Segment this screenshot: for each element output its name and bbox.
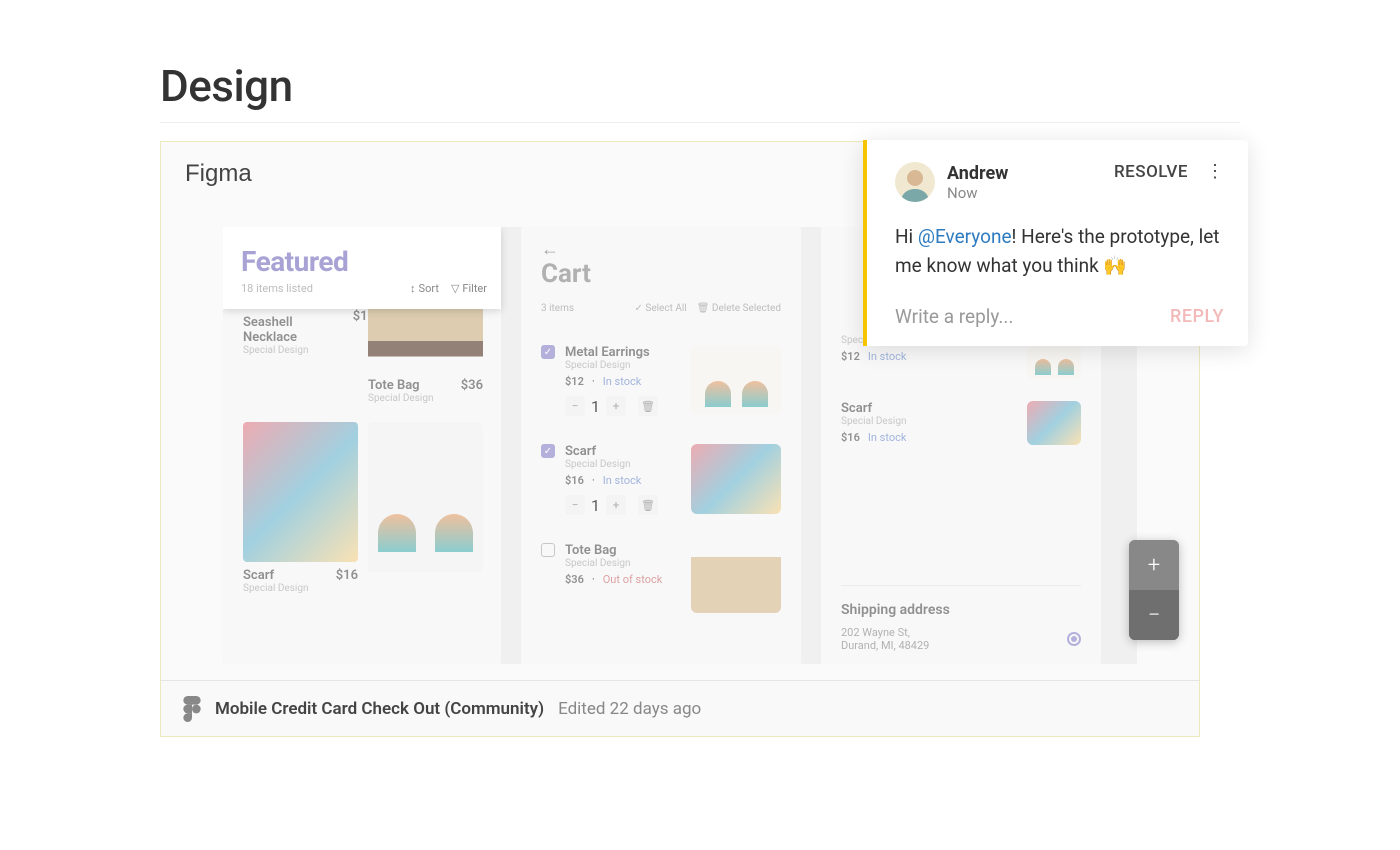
frame-cart: ← Cart 3 items ✓ Select All 🗑 Delete Sel…	[521, 227, 801, 664]
product-price: $36	[461, 378, 483, 393]
item-stock: In stock	[868, 431, 907, 444]
radio-selected[interactable]	[1067, 632, 1081, 646]
trash-icon[interactable]: 🗑	[638, 396, 658, 416]
zoom-controls: + −	[1129, 540, 1179, 640]
mention[interactable]: @Everyone	[918, 225, 1012, 248]
product-sub: Special Design	[243, 345, 343, 356]
divider	[841, 585, 1081, 586]
reply-button[interactable]: REPLY	[1170, 306, 1224, 327]
comment-text-pre: Hi	[895, 225, 918, 248]
featured-header: Featured 18 items listed ↕Sort ▽Filter	[223, 227, 501, 309]
item-stock: In stock	[868, 350, 907, 363]
trash-icon[interactable]: 🗑	[638, 495, 658, 515]
delete-selected-label: Delete Selected	[712, 303, 781, 314]
comment-time: Now	[947, 184, 1008, 202]
item-sub: Special Design	[565, 459, 681, 470]
item-price: $16	[565, 474, 584, 487]
product-sub: Special Design	[368, 393, 433, 404]
qty-minus[interactable]: −	[565, 396, 585, 416]
sort-button[interactable]: ↕Sort	[410, 282, 439, 295]
select-all-label: Select All	[645, 303, 686, 314]
embed-footer: Mobile Credit Card Check Out (Community)…	[161, 680, 1199, 736]
product-name: Tote Bag	[368, 378, 433, 393]
resolve-button[interactable]: RESOLVE	[1114, 162, 1188, 182]
item-stock: In stock	[603, 474, 642, 487]
filter-label: Filter	[462, 282, 487, 295]
item-stock: Out of stock	[603, 573, 663, 586]
filter-button[interactable]: ▽Filter	[451, 282, 487, 295]
product-price: $16	[336, 568, 358, 594]
item-price: $12	[565, 375, 584, 388]
item-price: $36	[565, 573, 584, 586]
comment-body: Hi @Everyone! Here's the prototype, let …	[895, 222, 1224, 281]
sort-label: Sort	[419, 282, 439, 295]
item-name: Scarf	[565, 444, 681, 459]
cart-item: ✓ Metal Earrings Special Design $12 · In…	[541, 345, 781, 416]
cart-title: Cart	[541, 259, 591, 289]
product-image	[368, 422, 483, 572]
back-arrow-icon[interactable]: ←	[541, 239, 559, 260]
figma-logo-icon	[183, 696, 201, 722]
item-stock: In stock	[603, 375, 642, 388]
qty-plus[interactable]: +	[606, 396, 626, 416]
qty-value: 1	[591, 496, 600, 515]
item-image	[1027, 401, 1081, 445]
frame-featured: Featured 18 items listed ↕Sort ▽Filter S…	[223, 227, 501, 664]
product-sub: Special Design	[243, 583, 308, 594]
app-label: Figma	[185, 160, 252, 188]
product-image	[243, 422, 358, 562]
checkbox[interactable]: ✓	[541, 444, 555, 458]
page-heading: Design	[160, 60, 1240, 112]
address-line2: Durand, MI, 48429	[841, 639, 929, 652]
qty-minus[interactable]: −	[565, 495, 585, 515]
select-all-button[interactable]: ✓ Select All	[635, 303, 687, 314]
file-edited: Edited 22 days ago	[558, 699, 701, 719]
checkout-item: Scarf Special Design $16 In stock	[841, 401, 1081, 445]
file-title[interactable]: Mobile Credit Card Check Out (Community)	[215, 699, 544, 719]
address-line1: 202 Wayne St,	[841, 626, 929, 639]
item-name: Tote Bag	[565, 543, 681, 558]
product-seashell[interactable]: Seashell Necklace Special Design $15	[243, 309, 343, 356]
cart-count: 3 items	[541, 303, 574, 314]
delete-selected-button[interactable]: 🗑 Delete Selected	[697, 303, 781, 314]
item-price: $16	[841, 431, 860, 444]
product-earrings[interactable]	[368, 422, 483, 572]
item-sub: Special Design	[841, 416, 906, 427]
reply-input[interactable]: Write a reply...	[895, 305, 1013, 328]
heading-divider	[160, 122, 1240, 123]
item-image	[691, 543, 781, 613]
qty-value: 1	[591, 397, 600, 416]
product-scarf[interactable]: Scarf Special Design $16	[243, 422, 358, 594]
sort-icon: ↕	[410, 282, 416, 295]
avatar	[895, 162, 935, 202]
comment-popover: Andrew Now RESOLVE ⋮ Hi @Everyone! Here'…	[863, 140, 1248, 346]
item-image	[691, 345, 781, 415]
item-name: Metal Earrings	[565, 345, 681, 360]
featured-title: Featured	[241, 245, 483, 278]
checkbox[interactable]: ✓	[541, 345, 555, 359]
cart-item: ✓ Scarf Special Design $16 · In stock − …	[541, 444, 781, 515]
item-sub: Special Design	[565, 558, 681, 569]
checkbox[interactable]	[541, 543, 555, 557]
item-name: Scarf	[841, 401, 906, 416]
qty-plus[interactable]: +	[606, 495, 626, 515]
product-name: Seashell Necklace	[243, 315, 333, 345]
filter-icon: ▽	[451, 282, 459, 295]
zoom-out-button[interactable]: −	[1129, 590, 1179, 640]
cart-item: Tote Bag Special Design $36 · Out of sto…	[541, 543, 781, 613]
comment-author: Andrew	[947, 163, 1008, 184]
item-price: $12	[841, 350, 860, 363]
shipping-heading: Shipping address	[841, 602, 1081, 618]
more-menu-icon[interactable]: ⋮	[1206, 170, 1224, 174]
zoom-in-button[interactable]: +	[1129, 540, 1179, 590]
product-name: Scarf	[243, 568, 308, 583]
item-sub: Special Design	[565, 360, 681, 371]
item-image	[691, 444, 781, 514]
